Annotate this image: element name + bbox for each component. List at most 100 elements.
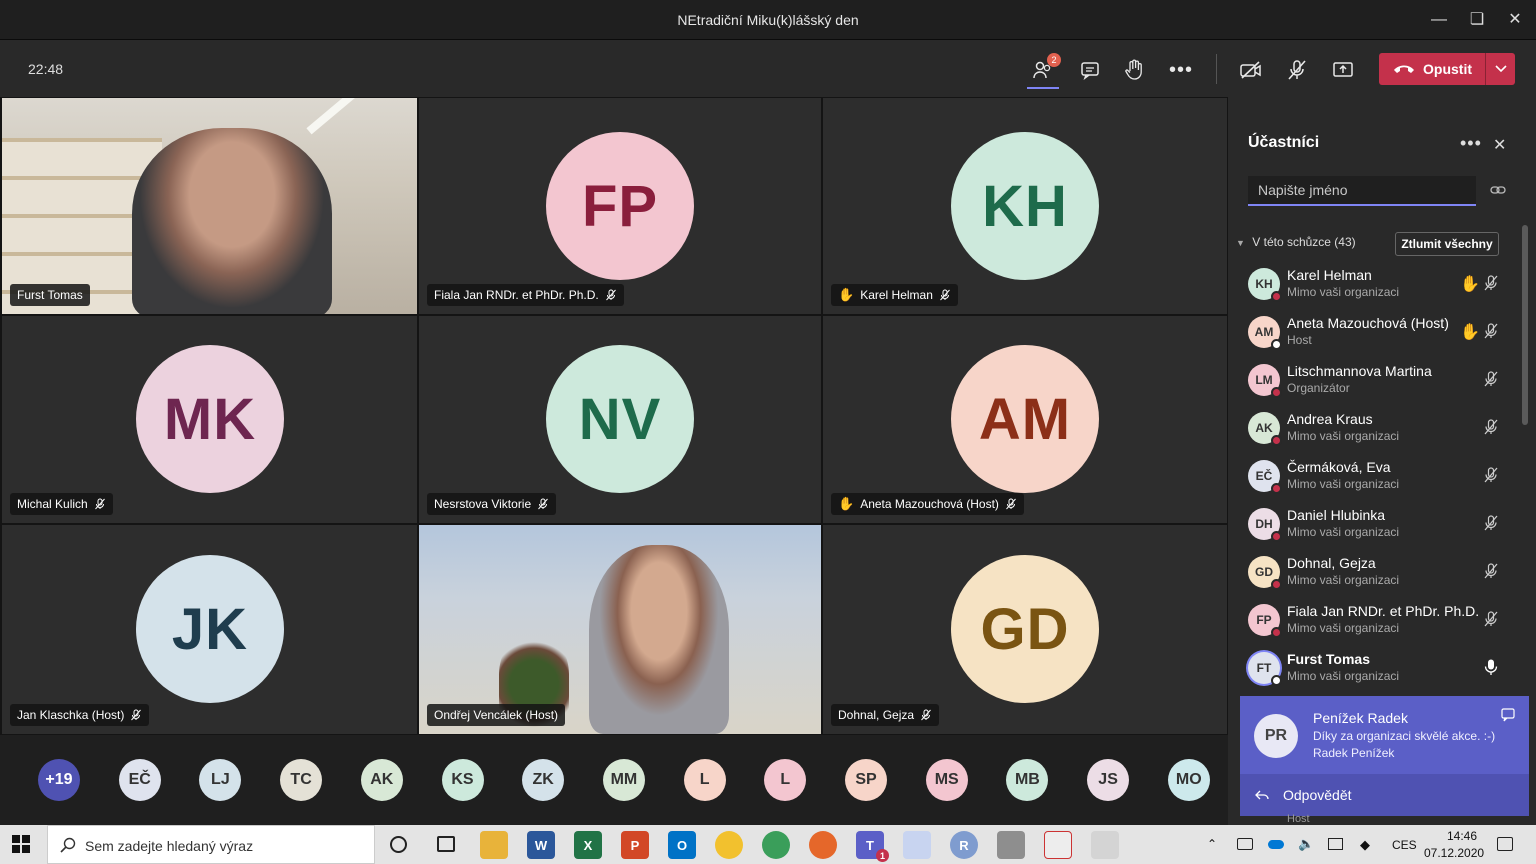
- reply-icon: [1255, 790, 1269, 800]
- avatar-initials: AK: [1255, 421, 1273, 435]
- outlook-icon[interactable]: O: [668, 831, 696, 859]
- participant-mini-avatar[interactable]: ZK: [522, 759, 565, 801]
- chat-notification[interactable]: PR Penížek Radek Díky za organizaci skvě…: [1240, 696, 1529, 816]
- calculator-icon[interactable]: [997, 831, 1025, 859]
- mic-off-icon[interactable]: [1482, 562, 1500, 585]
- participant-row[interactable]: KH Karel Helman Mimo vaši organizaci ✋: [1228, 260, 1518, 308]
- participant-row[interactable]: AM Aneta Mazouchová (Host) Host ✋: [1228, 308, 1518, 356]
- mute-all-button[interactable]: Ztlumit všechny: [1395, 232, 1499, 256]
- video-tile[interactable]: Ondřej Vencálek (Host): [419, 525, 821, 734]
- mic-off-icon[interactable]: [1482, 274, 1500, 297]
- participant-mini-avatar[interactable]: MS: [925, 759, 968, 801]
- participant-role: Mimo vaši organizaci: [1287, 285, 1400, 299]
- tray-date[interactable]: 07.12.2020: [1424, 846, 1484, 860]
- participant-search-input[interactable]: [1248, 176, 1476, 206]
- chat-button[interactable]: [1078, 58, 1102, 82]
- app-icon[interactable]: [715, 831, 743, 859]
- minimize-button[interactable]: —: [1424, 6, 1454, 34]
- mic-toggle-button[interactable]: [1285, 58, 1309, 82]
- share-link-button[interactable]: [1490, 183, 1506, 201]
- participant-row[interactable]: AK Andrea Kraus Mimo vaši organizaci: [1228, 404, 1518, 452]
- panel-scrollbar[interactable]: [1522, 225, 1528, 425]
- screen-sketch-icon[interactable]: [903, 831, 931, 859]
- mic-off-icon[interactable]: [1482, 370, 1500, 393]
- avatar-initials: FP: [1256, 613, 1272, 627]
- mic-off-icon[interactable]: [1482, 514, 1500, 537]
- video-tile[interactable]: GD Dohnal, Gejza: [823, 525, 1227, 734]
- participant-mini-avatar[interactable]: MM: [602, 759, 645, 801]
- cortana-button[interactable]: [390, 836, 407, 853]
- r-icon[interactable]: R: [950, 831, 978, 859]
- participant-row[interactable]: LM Litschmannova Martina Organizátor: [1228, 356, 1518, 404]
- participant-row[interactable]: FT Furst Tomas Mimo vaši organizaci: [1228, 644, 1518, 692]
- video-tile[interactable]: FP Fiala Jan RNDr. et PhDr. Ph.D.: [419, 98, 821, 314]
- participant-mini-avatar[interactable]: MO: [1167, 759, 1210, 801]
- firefox-icon[interactable]: [809, 831, 837, 859]
- participant-mini-avatar[interactable]: LJ: [199, 759, 242, 801]
- participant-row[interactable]: FP Fiala Jan RNDr. et PhDr. Ph.D. Mimo vaš…: [1228, 596, 1518, 644]
- language-indicator[interactable]: CES: [1392, 838, 1417, 852]
- participant-row[interactable]: DH Daniel Hlubinka Mimo vaši organizaci: [1228, 500, 1518, 548]
- video-tile[interactable]: JK Jan Klaschka (Host): [2, 525, 417, 734]
- video-tile[interactable]: MK Michal Kulich: [2, 316, 417, 523]
- participant-mini-avatar[interactable]: TC: [280, 759, 323, 801]
- taskbar-search[interactable]: Sem zadejte hledaný výraz: [47, 825, 375, 864]
- notification-center-icon[interactable]: [1497, 837, 1513, 851]
- more-options-button[interactable]: •••: [1169, 58, 1193, 82]
- mic-off-icon[interactable]: [1482, 418, 1500, 441]
- mic-on-icon[interactable]: [1482, 658, 1500, 681]
- globe-app-icon[interactable]: [762, 831, 790, 859]
- participant-mini-avatar[interactable]: SP: [845, 759, 887, 801]
- network-icon[interactable]: [1237, 838, 1253, 850]
- participant-mini-avatar[interactable]: EČ: [118, 759, 161, 801]
- participant-row[interactable]: GD Dohnal, Gejza Mimo vaši organizaci: [1228, 548, 1518, 596]
- mic-off-icon[interactable]: [1482, 610, 1500, 633]
- more-icon: •••: [1169, 58, 1194, 81]
- overflow-count-avatar[interactable]: +19: [38, 759, 80, 801]
- panel-more-button[interactable]: •••: [1460, 133, 1482, 154]
- video-tile[interactable]: NV Nesrstova Viktorie: [419, 316, 821, 523]
- participants-button[interactable]: 2: [1027, 53, 1061, 89]
- task-view-button[interactable]: [437, 836, 455, 852]
- participant-name: Karel Helman: [860, 288, 933, 302]
- mic-off-icon[interactable]: [1482, 322, 1500, 345]
- panel-close-button[interactable]: ✕: [1493, 135, 1506, 155]
- display-icon[interactable]: [1328, 838, 1343, 850]
- pdf-reader-icon[interactable]: [1044, 831, 1072, 859]
- mic-off-icon[interactable]: [1482, 466, 1500, 489]
- maximize-button[interactable]: ❏: [1462, 6, 1492, 34]
- participant-mini-avatar[interactable]: MB: [1006, 759, 1049, 801]
- section-header-in-meeting[interactable]: ▼ V této schůzce (43): [1236, 235, 1356, 249]
- participant-mini-avatar[interactable]: KS: [441, 759, 484, 801]
- teams-badge: 1: [876, 849, 889, 862]
- raise-hand-button[interactable]: [1122, 58, 1146, 82]
- camera-toggle-button[interactable]: [1239, 58, 1263, 82]
- video-tile[interactable]: AM ✋ Aneta Mazouchová (Host): [823, 316, 1227, 523]
- leave-options-button[interactable]: [1485, 53, 1515, 85]
- start-button[interactable]: [12, 835, 30, 858]
- volume-icon[interactable]: 🔈: [1298, 836, 1314, 852]
- powerpoint-icon[interactable]: P: [621, 831, 649, 859]
- tray-time[interactable]: 14:46: [1438, 829, 1486, 843]
- leave-button[interactable]: Opustit: [1379, 53, 1515, 85]
- participant-mini-avatar[interactable]: JS: [1087, 759, 1130, 801]
- share-screen-button[interactable]: [1331, 58, 1355, 82]
- onedrive-icon[interactable]: [1268, 840, 1284, 849]
- participant-mini-avatar[interactable]: L: [683, 759, 726, 801]
- dropbox-icon[interactable]: ◆: [1360, 837, 1370, 853]
- close-window-button[interactable]: ✕: [1500, 6, 1530, 34]
- file-explorer-icon[interactable]: [480, 831, 508, 859]
- participant-mini-avatar[interactable]: AK: [360, 759, 403, 801]
- excel-icon[interactable]: X: [574, 831, 602, 859]
- participant-row[interactable]: EČ Čermáková, Eva Mimo vaši organizaci: [1228, 452, 1518, 500]
- participant-mini-avatar[interactable]: L: [764, 759, 807, 801]
- reply-button[interactable]: Odpovědět: [1240, 774, 1529, 816]
- snipping-tool-icon[interactable]: [1091, 831, 1119, 859]
- word-icon[interactable]: W: [527, 831, 555, 859]
- video-tile[interactable]: KH ✋ Karel Helman: [823, 98, 1227, 314]
- chevron-up-icon[interactable]: ⌃: [1207, 837, 1217, 851]
- mini-avatar-label: MB: [1014, 771, 1040, 788]
- teams-icon[interactable]: T1: [856, 831, 889, 862]
- mic-off-icon: [94, 498, 106, 510]
- video-tile[interactable]: Furst Tomas: [2, 98, 417, 314]
